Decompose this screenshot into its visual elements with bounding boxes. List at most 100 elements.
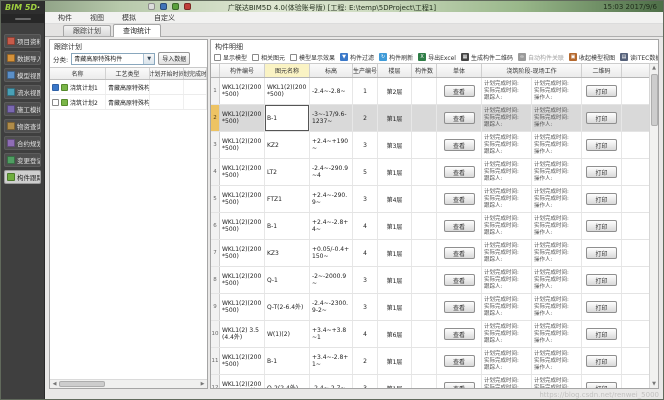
print-button[interactable]: 打印 (586, 193, 617, 205)
cell-element-name[interactable]: B-1 (265, 213, 310, 239)
col-count[interactable]: 构件数 (412, 64, 437, 77)
plan-checkbox-icon[interactable] (52, 84, 59, 91)
cell-production-no[interactable]: 3 (353, 375, 378, 388)
print-button[interactable]: 打印 (586, 166, 617, 178)
cell-element-name[interactable]: KZ2 (265, 132, 310, 158)
model-display-effect-checkbox[interactable]: 模型显示效果 (290, 53, 335, 62)
cell-element-name[interactable]: Q-1 (265, 267, 310, 293)
cell-count[interactable] (412, 213, 437, 239)
cell-plan-stage[interactable]: 计划完成时间: 实际完成时间: 跟踪人: (482, 105, 532, 131)
menu-item[interactable]: 模拟 (113, 13, 145, 23)
col-production-no[interactable]: 生产编号 (353, 64, 378, 77)
cell-component-id[interactable]: WKL1(2)(200*500) (220, 186, 265, 212)
col-pour-stage[interactable]: 浇筑阶段-现场工作 (482, 64, 582, 77)
cell-count[interactable] (412, 78, 437, 104)
cell-elevation[interactable]: +2.4~+190~ (310, 132, 353, 158)
vertical-scrollbar[interactable]: ▲ ▼ (649, 64, 658, 388)
menu-item[interactable]: 视图 (81, 13, 113, 23)
cell-plan-stage[interactable]: 计划完成时间: 实际完成时间: 跟踪人: (482, 321, 532, 347)
view-button[interactable]: 查看 (444, 274, 475, 286)
cell-production-no[interactable]: 4 (353, 240, 378, 266)
cell-component-id[interactable]: WKL1(2)(200*500) (220, 294, 265, 320)
cell-production-no[interactable]: 1 (353, 78, 378, 104)
cell-component-id[interactable]: WKL1(2)(200*500) (220, 132, 265, 158)
cell-elevation[interactable]: +3.4~+3.8~1 (310, 321, 353, 347)
sidebar-item[interactable]: 物资查询 (4, 119, 41, 133)
table-row[interactable]: 1 WKL1(2)(200*500) WKL1(2)(200*500) -2.4… (211, 78, 649, 105)
col-floor[interactable]: 楼层 (378, 64, 412, 77)
table-row[interactable]: 12 WKL1(2)(200*500) 2.4外 Q-2(2.4外) -2.4~… (211, 375, 649, 388)
cell-plan-stage[interactable]: 计划完成时间: 实际完成时间: 跟踪人: (482, 348, 532, 374)
view-button[interactable]: 查看 (444, 247, 475, 259)
print-button[interactable]: 打印 (586, 247, 617, 259)
horizontal-scrollbar[interactable]: ◀ ▶ (50, 379, 207, 388)
menu-item[interactable]: 自定义 (145, 13, 184, 23)
col-qrcode[interactable]: 二维码 (582, 64, 622, 77)
cell-elevation[interactable]: -2~-2000.9~ (310, 267, 353, 293)
cell-plan-stage[interactable]: 计划完成时间: 实际完成时间: 跟踪人: (482, 213, 532, 239)
cell-floor[interactable]: 第1层 (378, 375, 412, 388)
cell-actual-stage[interactable]: 计划完成时间: 实际完成时间: 操作人: (532, 240, 582, 266)
cell-count[interactable] (412, 348, 437, 374)
cell-count[interactable] (412, 132, 437, 158)
table-row[interactable]: 4 WKL1(2)(200*500) LT2 -2.4~-290.9~4 5 第… (211, 159, 649, 186)
cell-elevation[interactable]: -3~-17/9.6-1237~ (310, 105, 353, 131)
cell-element-name[interactable]: KZ3 (265, 240, 310, 266)
cell-elevation[interactable]: -2.4~-2.7~ (310, 375, 353, 388)
cell-count[interactable] (412, 159, 437, 185)
cell-component-id[interactable]: WKL1(2)(200*500) (220, 105, 265, 131)
cell-production-no[interactable]: 2 (353, 105, 378, 131)
view-button[interactable]: 查看 (444, 166, 475, 178)
print-button[interactable]: 打印 (586, 85, 617, 97)
cell-actual-stage[interactable]: 计划完成时间: 实际完成时间: 操作人: (532, 294, 582, 320)
cell-floor[interactable]: 第1层 (378, 267, 412, 293)
cell-element-name[interactable]: Q-T(2-6.4外) (265, 294, 310, 320)
view-button[interactable]: 查看 (444, 112, 475, 124)
view-button[interactable]: 查看 (444, 301, 475, 313)
cell-floor[interactable]: 第1层 (378, 105, 412, 131)
cell-elevation[interactable]: -2.4~-2300.9-2~ (310, 294, 353, 320)
cell-plan-stage[interactable]: 计划完成时间: 实际完成时间: 跟踪人: (482, 267, 532, 293)
cell-production-no[interactable]: 3 (353, 132, 378, 158)
cell-component-id[interactable]: WKL1(2) 3.5(4.4外) (220, 321, 265, 347)
cell-floor[interactable]: 第1层 (378, 240, 412, 266)
table-row[interactable]: 2 WKL1(2)(200*500) B-1 -3~-17/9.6-1237~ … (211, 105, 649, 132)
cell-elevation[interactable]: +2.4~-290.9~ (310, 186, 353, 212)
cell-production-no[interactable]: 5 (353, 159, 378, 185)
cell-production-no[interactable]: 3 (353, 186, 378, 212)
col-unit[interactable]: 单体 (437, 64, 482, 77)
cell-actual-stage[interactable]: 计划完成时间: 实际完成时间: 操作人: (532, 213, 582, 239)
cell-elevation[interactable]: -2.4~-290.9~4 (310, 159, 353, 185)
related-elements-checkbox[interactable]: 相关图元 (252, 53, 285, 62)
cell-element-name[interactable]: FTZ1 (265, 186, 310, 212)
cell-actual-stage[interactable]: 计划完成时间: 实际完成时间: 操作人: (532, 78, 582, 104)
tab[interactable]: 跟踪计划 (63, 25, 111, 36)
cell-floor[interactable]: 第2层 (378, 78, 412, 104)
view-button[interactable]: 查看 (444, 85, 475, 97)
cell-elevation[interactable]: +3.4~-2.8+1~ (310, 348, 353, 374)
app-menu-icon[interactable] (148, 3, 155, 10)
print-button[interactable]: 打印 (586, 355, 617, 367)
cell-actual-stage[interactable]: 计划完成时间: 实际完成时间: 操作人: (532, 159, 582, 185)
scroll-left-icon[interactable]: ◀ (50, 381, 59, 387)
cell-component-id[interactable]: WKL1(2)(200*500) (220, 78, 265, 104)
view-button[interactable]: 查看 (444, 382, 475, 388)
cell-elevation[interactable]: +2.4~-2.8+4~ (310, 213, 353, 239)
cell-plan-stage[interactable]: 计划完成时间: 实际完成时间: 跟踪人: (482, 159, 532, 185)
cell-plan-stage[interactable]: 计划完成时间: 实际完成时间: 跟踪人: (482, 294, 532, 320)
cell-count[interactable] (412, 240, 437, 266)
generate-qrcode-button[interactable]: ▦生成构件二维码 (461, 53, 513, 62)
cell-actual-stage[interactable]: 计划完成时间: 实际完成时间: 操作人: (532, 375, 582, 388)
cell-floor[interactable]: 第3层 (378, 132, 412, 158)
sidebar-item[interactable]: 数据导入 (4, 51, 41, 65)
cell-element-name[interactable]: WKL1(2)(200*500) (265, 78, 310, 104)
plan-row[interactable]: 浇筑计划1 青藏高原特殊构件 (50, 80, 207, 95)
cell-floor[interactable]: 第1层 (378, 294, 412, 320)
cell-floor[interactable]: 第6层 (378, 321, 412, 347)
component-refresh-button[interactable]: ↻构件刷新 (379, 53, 413, 62)
cell-actual-stage[interactable]: 计划完成时间: 实际完成时间: 操作人: (532, 348, 582, 374)
view-button[interactable]: 查看 (444, 220, 475, 232)
col-component-id[interactable]: 构件编号 (220, 64, 265, 77)
cell-actual-stage[interactable]: 计划完成时间: 实际完成时间: 操作人: (532, 132, 582, 158)
plan-type-select[interactable]: 青藏高原特殊构件 ▼ (71, 53, 155, 65)
